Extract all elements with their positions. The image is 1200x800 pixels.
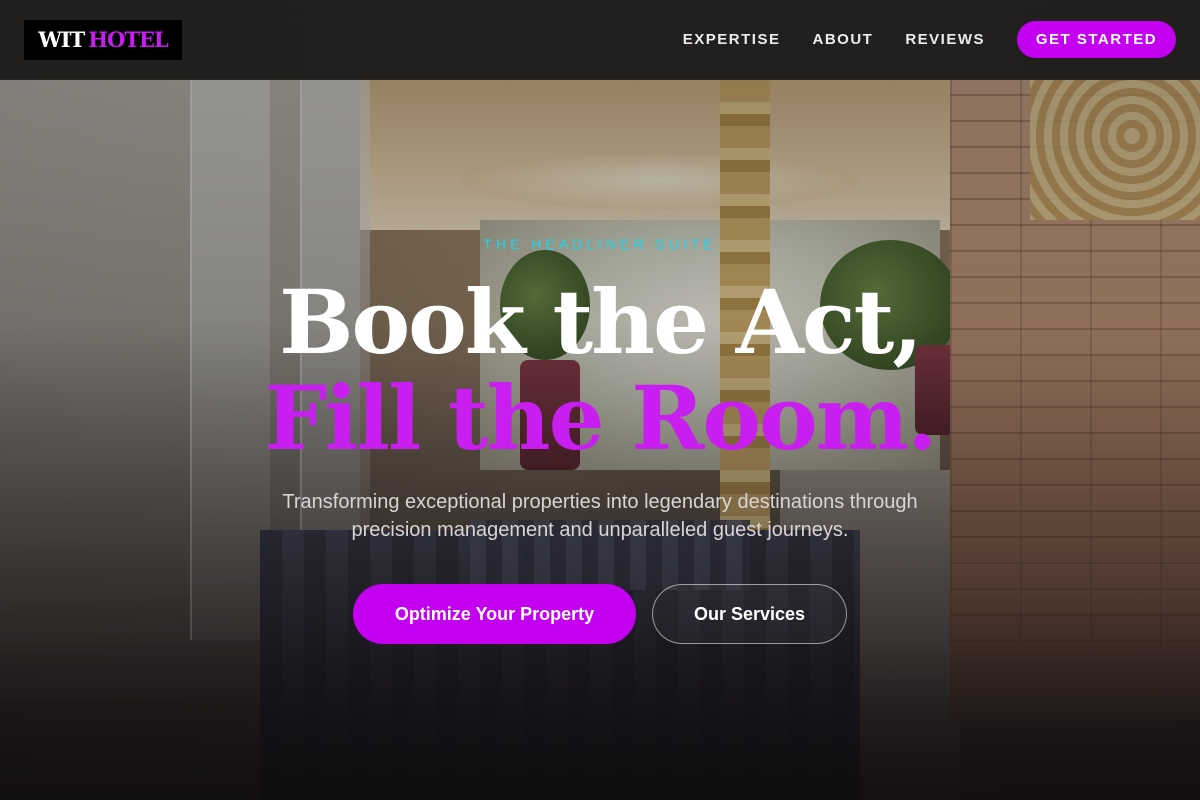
site-header: WIT HOTEL EXPERTISE ABOUT REVIEWS GET ST… — [0, 0, 1200, 80]
nav-link-reviews[interactable]: REVIEWS — [905, 31, 985, 48]
nav-link-about[interactable]: ABOUT — [812, 31, 873, 48]
logo-text-hotel: HOTEL — [88, 27, 169, 52]
main-nav: EXPERTISE ABOUT REVIEWS GET STARTED — [683, 21, 1176, 58]
hero-section: THE HEADLINER SUITE Book the Act, Fill t… — [0, 80, 1200, 800]
hero-subtitle: Transforming exceptional properties into… — [282, 491, 918, 541]
hero-title-line-1: Book the Act, — [279, 270, 923, 374]
nav-link-expertise[interactable]: EXPERTISE — [683, 31, 781, 48]
logo[interactable]: WIT HOTEL — [24, 19, 182, 60]
hero-title-line-2: Fill the Room. — [264, 366, 938, 470]
hero-eyebrow: THE HEADLINER SUITE — [483, 236, 717, 252]
optimize-property-button[interactable]: Optimize Your Property — [353, 584, 636, 644]
logo-text-wit: WIT — [38, 27, 85, 52]
get-started-button[interactable]: GET STARTED — [1017, 21, 1176, 58]
our-services-button[interactable]: Our Services — [652, 584, 847, 644]
